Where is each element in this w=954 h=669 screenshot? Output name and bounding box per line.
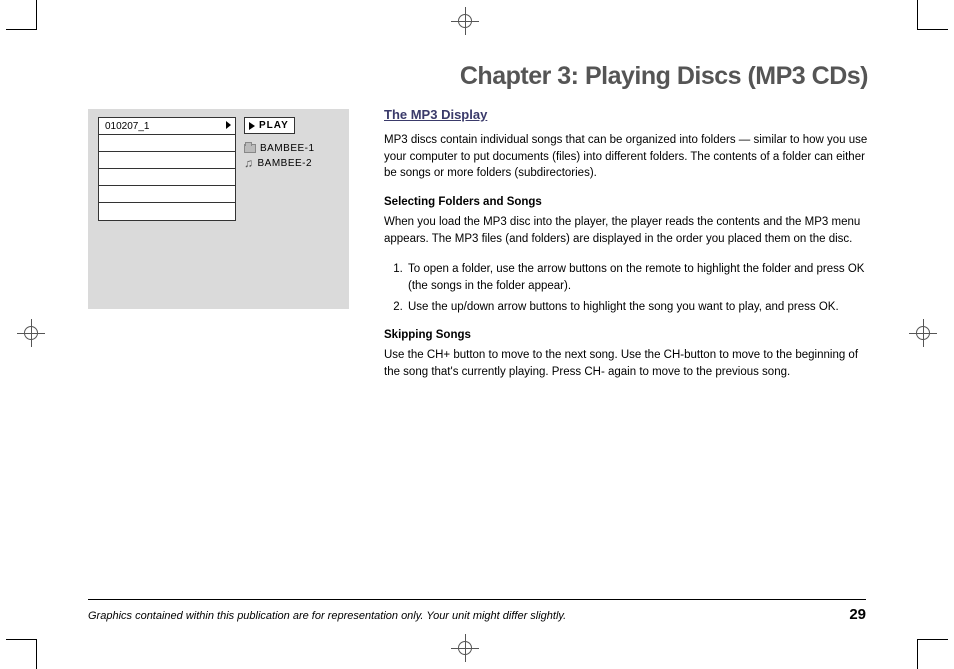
song-entry: ♫ BAMBEE-2 [244,157,315,169]
folder-entry: BAMBEE-1 [244,143,315,154]
page-content: Chapter 3: Playing Discs (MP3 CDs) 01020… [88,0,868,395]
entry-label: BAMBEE-2 [258,158,313,169]
entry-label: BAMBEE-1 [260,143,315,154]
registration-mark-icon [458,641,472,655]
subsection-heading: Skipping Songs [384,329,868,341]
music-note-icon: ♫ [244,157,254,169]
play-indicator-icon [226,121,231,129]
section-heading: The MP3 Display [384,107,868,122]
track-row [99,169,235,186]
track-label: 010207_1 [105,121,150,132]
folder-icon [244,144,256,153]
text-column: The MP3 Display MP3 discs contain indivi… [384,103,868,395]
track-row [99,186,235,203]
intro-paragraph: MP3 discs contain individual songs that … [384,132,868,182]
play-icon [249,122,255,130]
play-status-box: PLAY [244,117,295,134]
play-label: PLAY [259,120,289,131]
step-item: Use the up/down arrow buttons to highlig… [406,299,868,316]
chapter-title: Chapter 3: Playing Discs (MP3 CDs) [88,62,868,91]
subsection-heading: Selecting Folders and Songs [384,196,868,208]
track-row [99,152,235,169]
steps-list: To open a folder, use the arrow buttons … [384,261,868,315]
registration-mark-icon [24,326,38,340]
step-item: To open a folder, use the arrow buttons … [406,261,868,294]
track-row: 010207_1 [99,118,235,135]
figure-side-panel: PLAY BAMBEE-1 ♫ BAMBEE-2 [244,117,315,221]
page-footer: Graphics contained within this publicati… [88,599,866,623]
body-paragraph: Use the CH+ button to move to the next s… [384,347,868,380]
mp3-display-figure: 010207_1 PLAY [88,109,349,309]
footer-disclaimer: Graphics contained within this publicati… [88,610,566,622]
track-row [99,203,235,220]
registration-mark-icon [916,326,930,340]
track-list: 010207_1 [98,117,236,221]
page-number: 29 [849,606,866,623]
track-row [99,135,235,152]
body-paragraph: When you load the MP3 disc into the play… [384,214,868,247]
